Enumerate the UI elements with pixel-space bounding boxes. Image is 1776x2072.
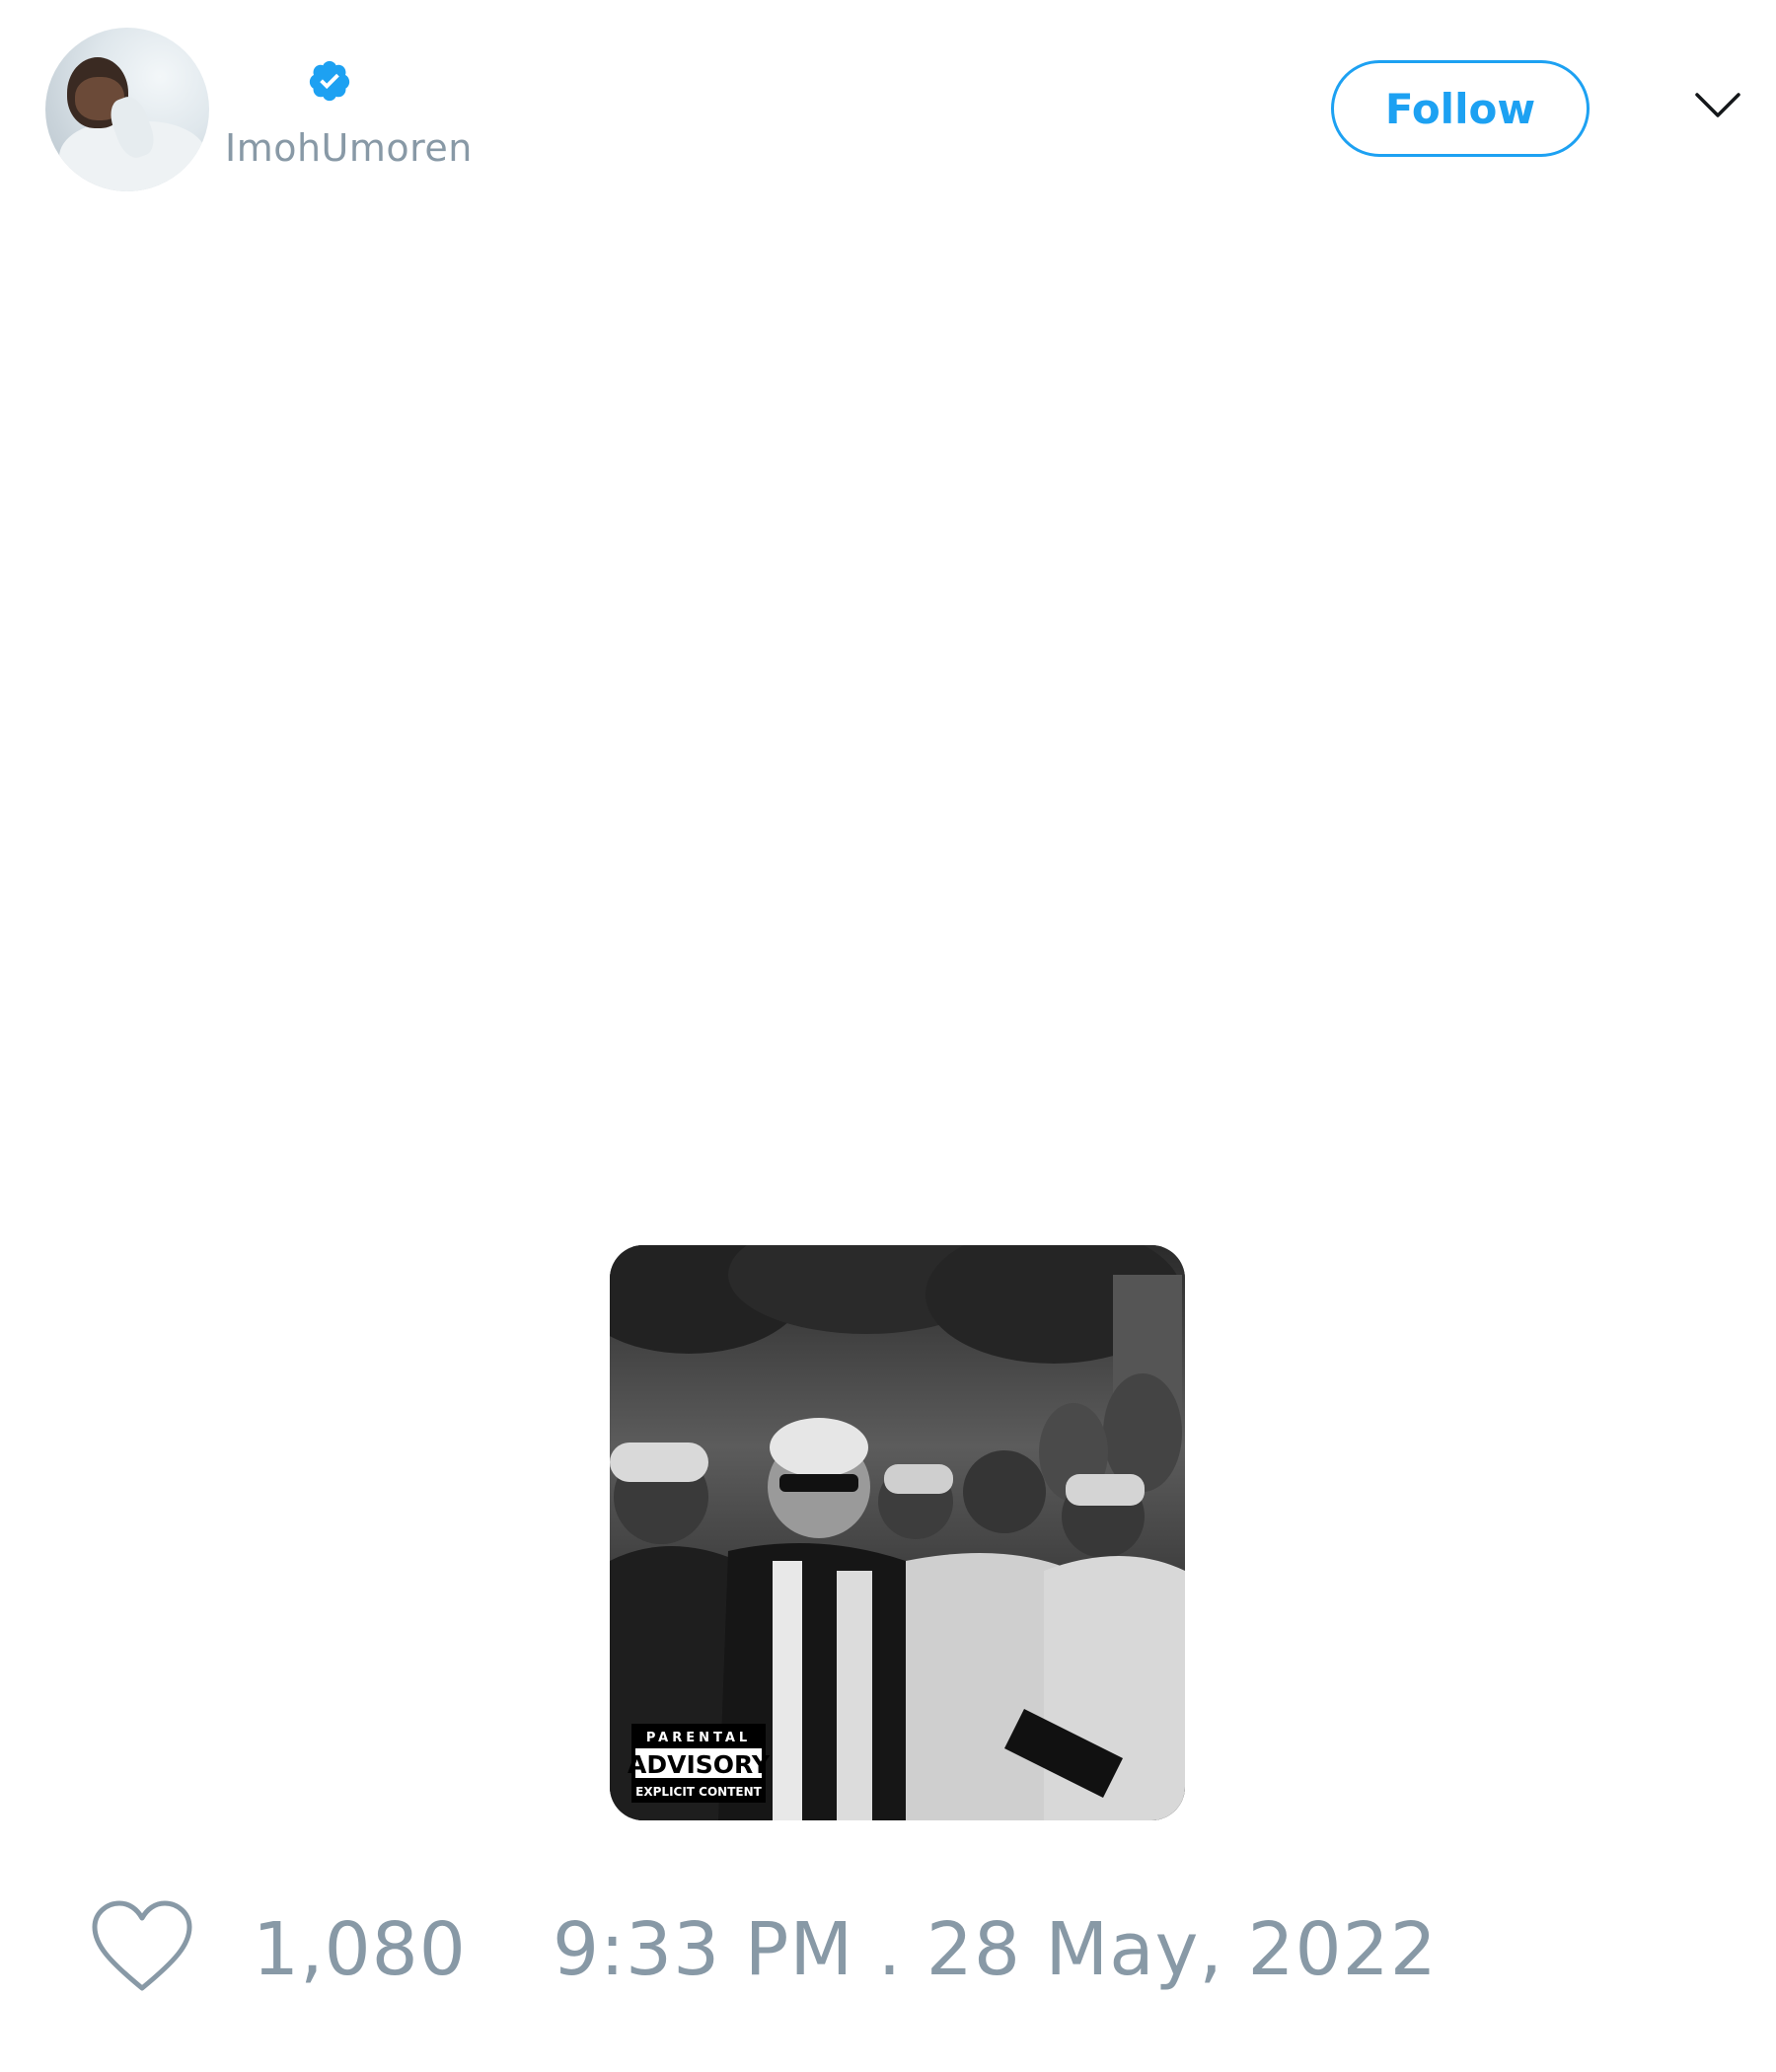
svg-text:ADVISORY: ADVISORY bbox=[628, 1750, 771, 1779]
tweet-media-image[interactable]: PARENTAL ADVISORY EXPLICIT CONTENT bbox=[610, 1245, 1185, 1820]
heart-icon[interactable] bbox=[89, 1899, 195, 1994]
follow-button[interactable]: Follow bbox=[1331, 60, 1590, 157]
author-handle[interactable]: ImohUmoren bbox=[225, 126, 473, 170]
verified-badge-icon bbox=[309, 60, 350, 102]
avatar[interactable] bbox=[45, 28, 209, 191]
album-cover-photo: PARENTAL ADVISORY EXPLICIT CONTENT bbox=[610, 1245, 1185, 1820]
chevron-down-icon[interactable] bbox=[1693, 91, 1742, 120]
svg-text:EXPLICIT CONTENT: EXPLICIT CONTENT bbox=[635, 1785, 762, 1799]
like-count: 1,080 bbox=[253, 1907, 467, 1992]
parental-advisory-label: PARENTAL ADVISORY EXPLICIT CONTENT bbox=[628, 1724, 771, 1803]
tweet-timestamp[interactable]: 9:33 PM . 28 May, 2022 bbox=[553, 1907, 1438, 1992]
svg-text:PARENTAL: PARENTAL bbox=[646, 1731, 751, 1745]
